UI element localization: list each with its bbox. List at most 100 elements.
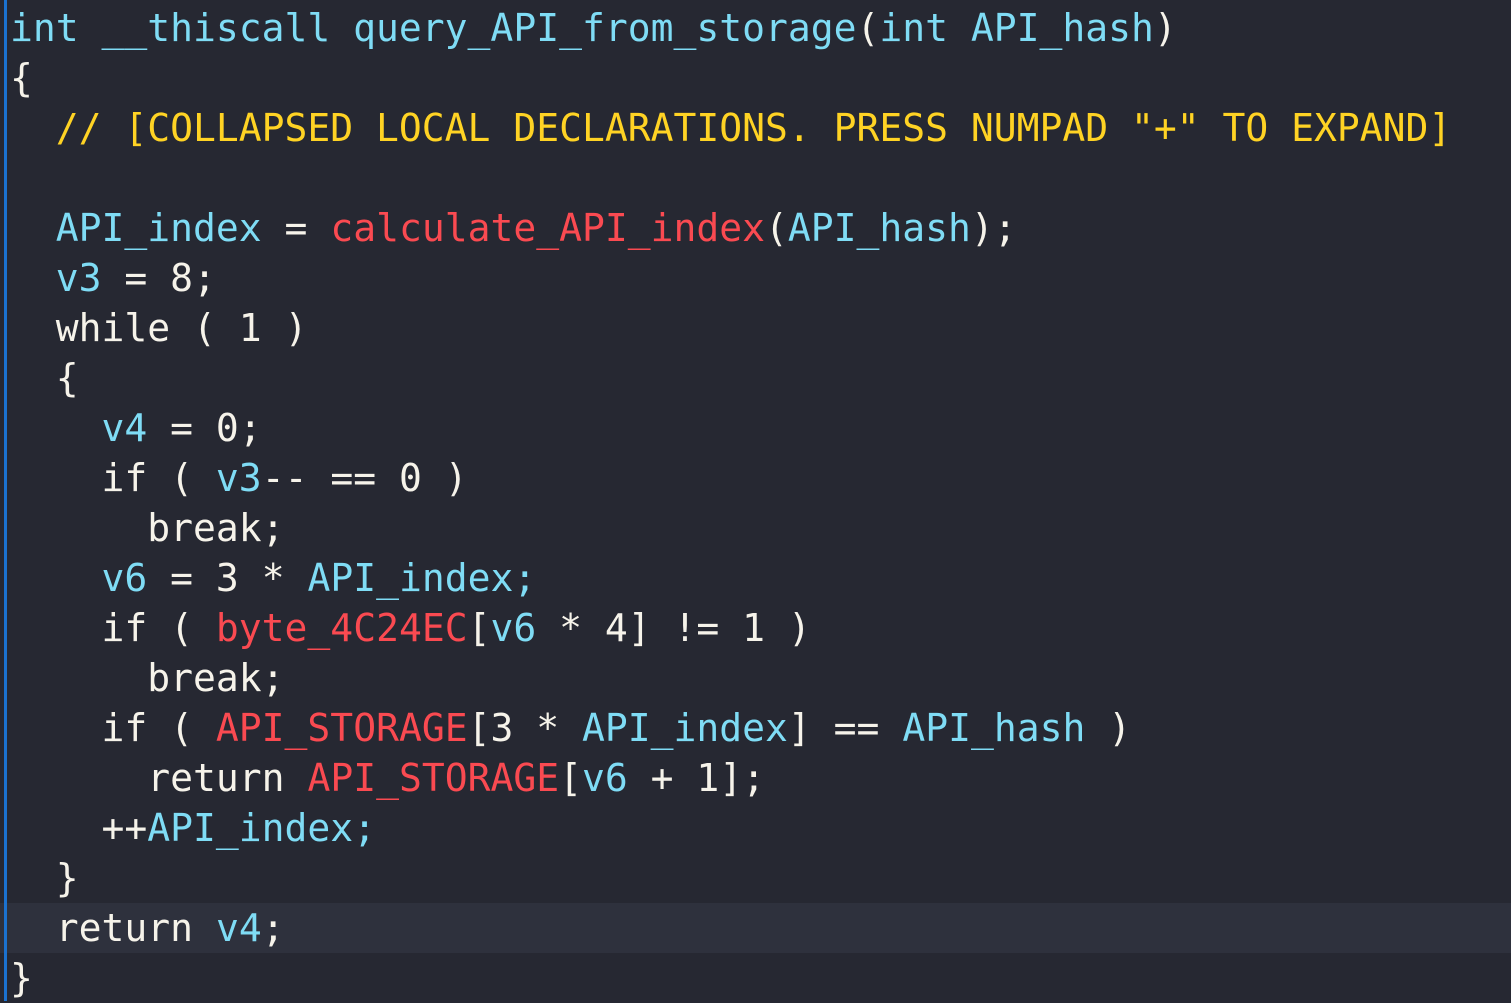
code-line[interactable]: ++API_index; [0, 803, 1511, 853]
code-token-plain: * [536, 606, 605, 650]
code-token-punct: [ [559, 756, 583, 800]
code-token-punct: { [10, 356, 79, 400]
code-line[interactable]: if ( API_STORAGE[3 * API_index] == API_h… [0, 703, 1511, 753]
code-token-punct: ; [261, 656, 285, 700]
code-token-punct: ) [421, 456, 468, 500]
code-token-punct: [ [467, 706, 491, 750]
code-token-var: API_index; [147, 806, 377, 850]
code-token-num: 0 [398, 456, 422, 500]
code-token-punct: [ [467, 606, 491, 650]
code-token-keyword: while [55, 306, 171, 350]
code-token-keyword: if [101, 456, 148, 500]
code-token-plain: = [101, 256, 171, 300]
code-token-punct: } [10, 956, 33, 1000]
code-token-func: API_STORAGE [307, 756, 560, 800]
code-line-list[interactable]: int __thiscall query_API_from_storage(in… [0, 0, 1511, 1003]
code-line[interactable]: break; [0, 503, 1511, 553]
code-line[interactable]: { [0, 353, 1511, 403]
code-token-punct: ; [193, 256, 216, 300]
code-token-punct: { [10, 56, 33, 100]
code-token-var: v6 [490, 606, 537, 650]
code-token-keyword: if [101, 706, 148, 750]
code-token-keyword: break [147, 656, 262, 700]
code-token-var: v4 [215, 906, 262, 950]
code-token-punct: ; [238, 406, 262, 450]
code-token-plain: + [627, 756, 697, 800]
code-line[interactable]: while ( 1 ) [0, 303, 1511, 353]
gutter-marker-line [4, 0, 7, 1001]
code-line[interactable]: if ( v3-- == 0 ) [0, 453, 1511, 503]
code-token-punct: ) [1153, 6, 1177, 50]
code-line[interactable]: } [0, 953, 1511, 1003]
code-token-plain: = [147, 556, 216, 600]
code-line[interactable] [0, 153, 1511, 203]
code-token-var: v6 [582, 756, 628, 800]
code-token-punct: ( [856, 6, 880, 50]
code-token-plain: ] != [627, 606, 743, 650]
code-token-plain: = [261, 206, 331, 250]
code-token-punct: ) [261, 306, 308, 350]
code-token-keyword: break [147, 506, 262, 550]
code-token-keyword: return [55, 906, 194, 950]
code-token-num: 1 [238, 306, 262, 350]
code-token-keyword: if [101, 606, 148, 650]
code-token-num: 4 [604, 606, 628, 650]
code-line[interactable]: { [0, 53, 1511, 103]
decompiler-pseudocode-view[interactable]: int __thiscall query_API_from_storage(in… [0, 0, 1511, 1001]
code-token-var: v4 [101, 406, 148, 450]
code-token-punct: ( [765, 206, 788, 250]
code-token-func: API_STORAGE [215, 706, 468, 750]
code-token-punct: ( [147, 706, 216, 750]
code-token-num: 0 [215, 406, 239, 450]
code-token-punct: ) [765, 606, 811, 650]
code-line[interactable]: v3 = 8; [0, 253, 1511, 303]
code-token-var: v6 [101, 556, 148, 600]
code-line[interactable]: v6 = 3 * API_index; [0, 553, 1511, 603]
code-line[interactable]: break; [0, 653, 1511, 703]
code-token-plain: ++ [10, 806, 148, 850]
code-token-punct: ) [1085, 706, 1132, 750]
code-token-var: int API_hash [879, 6, 1154, 50]
code-token-var: int __thiscall query_API_from_storage [10, 6, 857, 50]
code-line[interactable]: API_index = calculate_API_index(API_hash… [0, 203, 1511, 253]
code-token-keyword: return [147, 756, 285, 800]
code-line[interactable]: // [COLLAPSED LOCAL DECLARATIONS. PRESS … [0, 103, 1511, 153]
code-token-func: byte_4C24EC [215, 606, 468, 650]
code-token-num: 8 [170, 256, 194, 300]
code-token-punct: } [10, 856, 79, 900]
code-line[interactable]: int __thiscall query_API_from_storage(in… [0, 3, 1511, 53]
code-token-var: v3 [55, 256, 102, 300]
code-token-func: calculate_API_index [330, 206, 765, 250]
code-token-comment: // [COLLAPSED LOCAL DECLARATIONS. PRESS … [10, 106, 1452, 150]
code-token-var: API_index; [307, 556, 537, 600]
code-line[interactable]: return API_STORAGE[v6 + 1]; [0, 753, 1511, 803]
code-token-punct: ); [970, 206, 1017, 250]
code-line[interactable]: if ( byte_4C24EC[v6 * 4] != 1 ) [0, 603, 1511, 653]
code-token-plain: * [238, 556, 308, 600]
code-line[interactable]: v4 = 0; [0, 403, 1511, 453]
code-token-punct: ( [147, 606, 216, 650]
code-token-punct: ]; [719, 756, 766, 800]
code-token-plain: ] == [787, 706, 903, 750]
code-line[interactable]: return v4; [0, 903, 1511, 953]
code-token-num: 1 [696, 756, 720, 800]
code-token-var: API_hash [902, 706, 1086, 750]
code-token-plain: = [147, 406, 216, 450]
code-line[interactable]: } [0, 853, 1511, 903]
code-token-punct: ( [147, 456, 216, 500]
code-token-punct: ( [170, 306, 239, 350]
